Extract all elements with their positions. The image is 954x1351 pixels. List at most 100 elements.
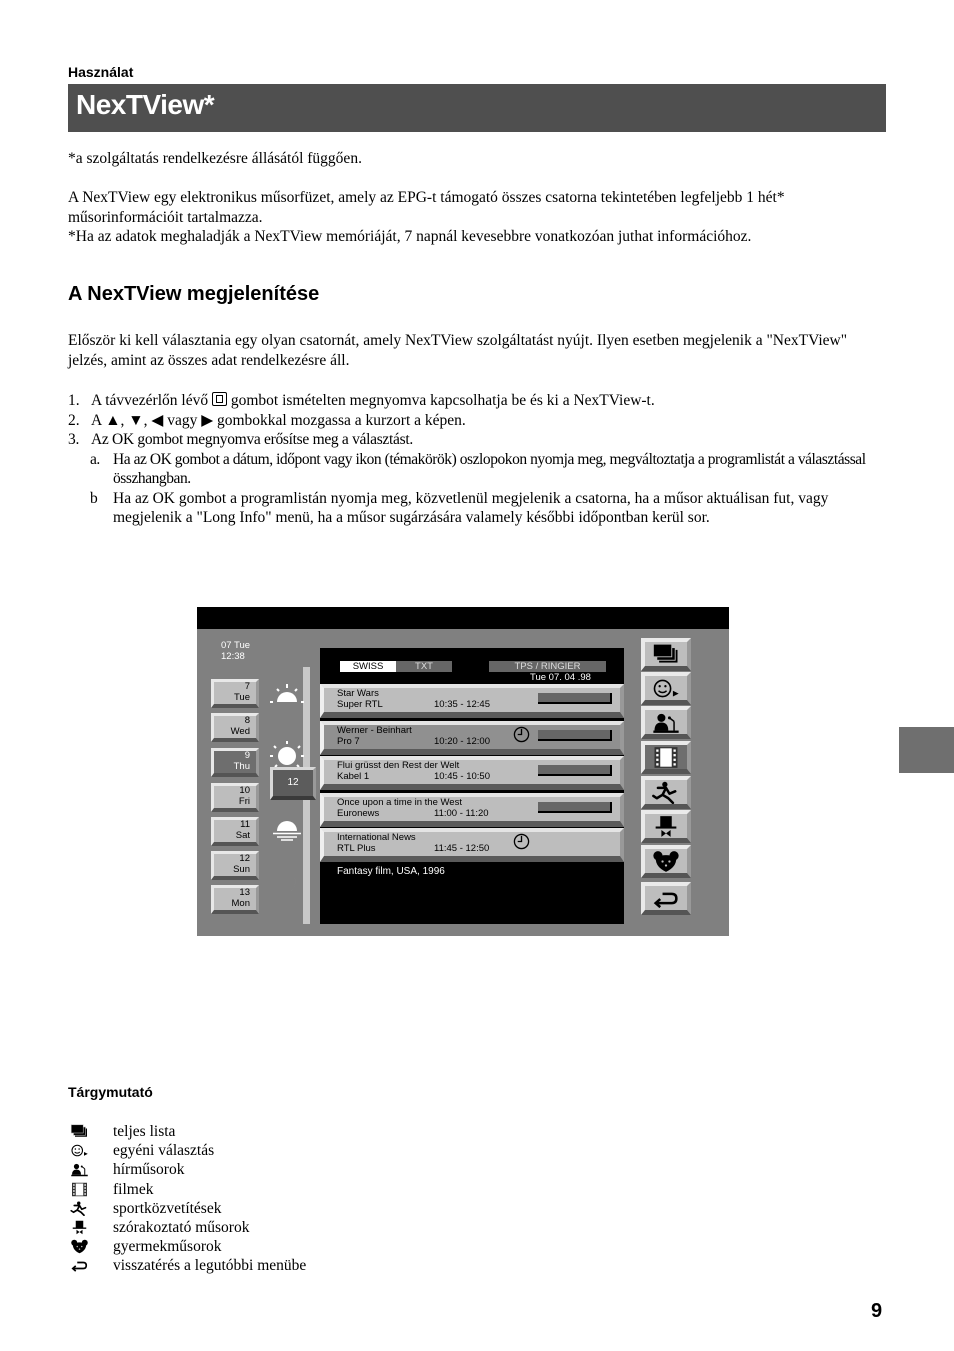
day-button-mon[interactable]: 13 Mon [211,885,259,914]
day-number: 11 [240,819,250,830]
legend-label: sportközvetítések [113,1199,222,1217]
page-number: 9 [871,1300,883,1322]
title-bar: NexTView* [68,84,886,132]
day-button-fri[interactable]: 10 Fri [211,783,259,812]
day-name: Sat [235,829,250,841]
section-label: Használat [68,64,134,80]
display-paragraph: Először ki kell választania egy olyan cs… [68,332,848,369]
theme-button-personal-selection[interactable] [641,672,691,705]
theme-button-return[interactable] [641,882,691,915]
day-name: Fri [238,795,250,807]
programme-row[interactable]: Star Wars Super RTL 10:35 - 12:45 [320,684,624,718]
day-name: Wed [230,725,250,737]
theme-button-entertainment[interactable] [641,810,691,843]
sunrise-icon[interactable] [269,682,305,708]
day-button-wed[interactable]: 8 Wed [211,713,259,742]
thumb-index-tab [899,727,954,773]
news-icon [653,713,679,733]
programme-time: 10:20 - 12:00 [434,736,490,747]
day-number: 8 [244,715,250,726]
intro-paragraph: A NexTView egy elektronikus műsorfüzet, … [68,189,785,226]
day-button-thu[interactable]: 9 Thu [211,748,259,777]
sport-icon [70,1201,87,1216]
programme-row[interactable]: Flui grüsst den Rest der Welt Kabel 1 10:4… [320,756,624,790]
nextview-remote-key-icon [211,392,227,406]
day-button-sat[interactable]: 11 Sat [211,817,259,846]
substep-b: b Ha az OK gombot a programlistán nyomja… [90,489,829,527]
programme-channel: Euronews [337,808,380,819]
full-list-icon [70,1124,87,1137]
day-button-tue[interactable]: 7 Tue [211,679,259,708]
nextview-screen: 07 Tue 12:38 7 Tue 8 Wed 9 Thu 10 Fri 11 Sat 12 Sun… [197,607,729,936]
programme-title: Once upon a time in the West [337,797,462,808]
children-icon [653,851,679,872]
steps-list: 1. A távvezérlőn lévő gombot ismételten … [68,391,888,528]
day-number: 10 [239,785,250,796]
panel-date: Tue 07. 04 .98 [530,672,591,683]
children-icon [71,1239,88,1254]
progress-bar [538,693,612,704]
programme-time: 10:35 - 12:45 [434,699,490,710]
theme-button-film[interactable] [641,741,691,774]
current-clock: 07 Tue 12:38 [221,640,251,662]
sport-icon [652,781,677,804]
legend-label: visszatérés a legutóbbi menübe [113,1257,307,1275]
programme-time: 11:00 - 11:20 [434,808,489,819]
programme-row[interactable]: Once upon a time in the West Euronews 11:0… [320,793,624,827]
theme-button-news[interactable] [641,706,691,739]
provider-label: TPS / RINGIER [489,661,606,672]
step-2: 2. A ▲, ▼, ◀ vagy ▶ gombokkal mozgassa a… [68,411,466,429]
legend-label: teljes lista [113,1123,176,1140]
progress-bar [538,765,612,776]
programme-title: International News [337,832,416,843]
step-3: 3. Az OK gombot megnyomva erősítse meg a… [68,431,413,448]
time-selector-knob[interactable]: 12 [270,767,316,800]
footnote: *a szolgáltatás rendelkezésre állásától … [68,150,362,167]
day-number: 12 [239,853,250,864]
programme-info: Fantasy film, USA, 1996 [337,866,445,877]
day-number: 9 [244,750,250,761]
timer-clock-icon [513,833,530,850]
programme-channel: Pro 7 [337,736,360,747]
progress-bar [538,802,612,813]
progress-bar [538,730,612,741]
return-icon [71,1261,88,1273]
entertainment-icon [655,816,677,837]
programme-channel: Super RTL [337,699,383,710]
film-icon [654,747,678,768]
theme-button-full-list[interactable] [641,638,691,671]
tab-txt[interactable]: TXT [396,661,452,672]
timer-clock-icon [513,726,530,743]
substep-a: a. Ha az OK gombot a dátum, időpont vagy… [90,450,866,488]
legend-label: gyermekműsorok [113,1238,222,1256]
legend-label: hírműsorok [113,1161,185,1179]
film-icon [72,1182,87,1196]
theme-button-sport[interactable] [641,776,691,809]
programme-row[interactable]: Werner - Beinhart Pro 7 10:20 - 12:00 [320,721,624,755]
sunset-icon[interactable] [269,816,305,842]
return-icon [653,892,678,909]
section-heading: A NexTView megjelenítése [68,283,320,305]
personal-selection-icon [653,679,679,698]
legend-label: szórakoztató műsorok [113,1218,250,1236]
day-name: Tue [233,691,250,703]
programme-channel: RTL Plus [337,843,376,854]
news-icon [71,1164,88,1177]
theme-button-children[interactable] [641,845,691,878]
programme-time: 11:45 - 12:50 [434,843,490,854]
day-button-sun[interactable]: 12 Sun [211,851,259,880]
programme-row[interactable]: International News RTL Plus 11:45 - 12:50 [320,828,624,862]
programme-title: Star Wars [337,688,379,699]
legend-title: Tárgymutató [68,1084,153,1100]
programme-channel: Kabel 1 [337,771,370,782]
moon-icon[interactable] [269,870,305,896]
day-name: Mon [231,897,250,909]
legend-label: egyéni választás [113,1142,215,1160]
programme-time: 10:45 - 10:50 [434,771,490,782]
screen-top-bar [197,607,729,629]
personal-selection-icon [71,1144,88,1157]
day-name: Thu [233,760,250,772]
tab-swiss[interactable]: SWISS [340,661,396,672]
full-list-icon [652,643,678,663]
day-name: Sun [233,863,250,875]
